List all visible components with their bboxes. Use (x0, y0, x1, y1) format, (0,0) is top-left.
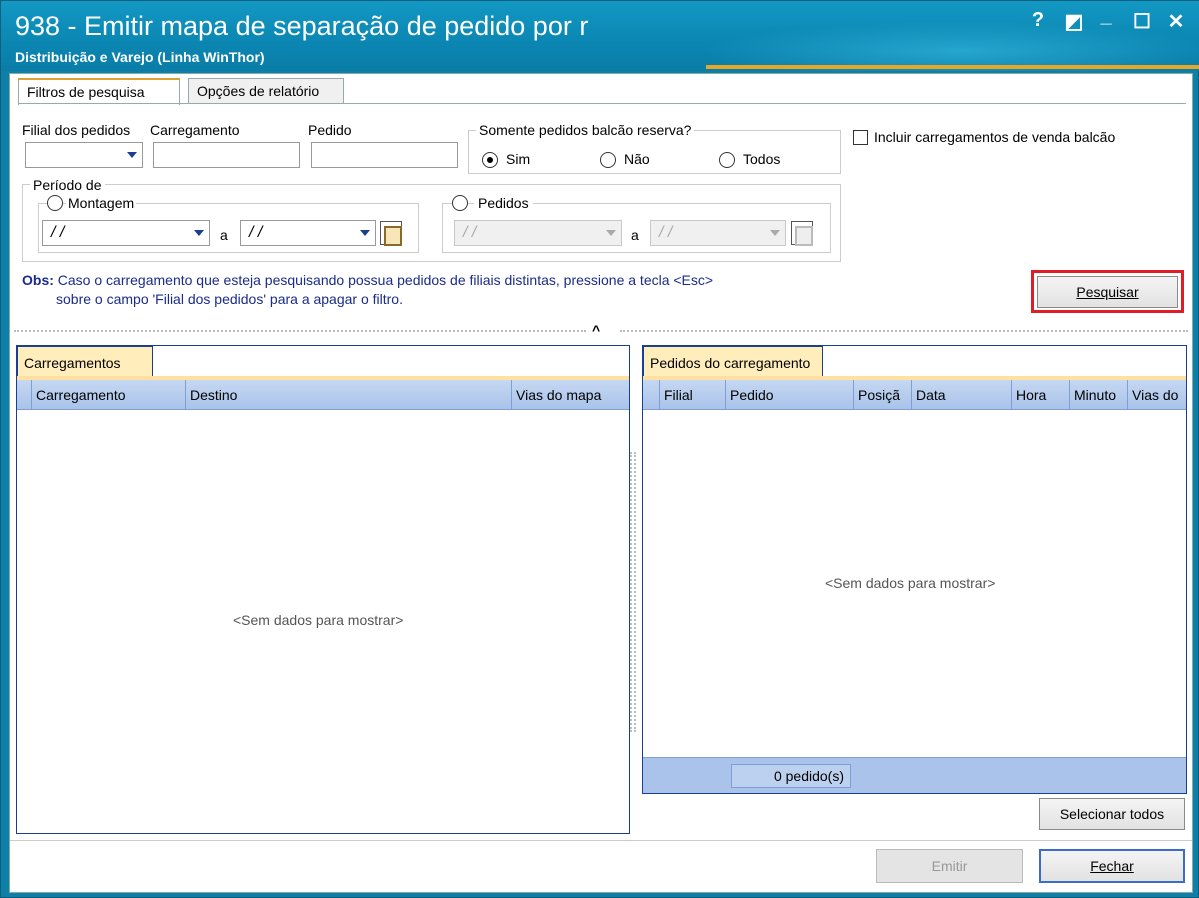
window-title: 938 - Emitir mapa de separação de pedido… (15, 11, 589, 41)
pedidos-date-from: / / (454, 220, 622, 246)
obs-prefix: Obs: (22, 272, 54, 288)
tab-opcoes[interactable]: Opções de relatório (188, 78, 344, 104)
bottom-divider (10, 840, 1192, 841)
selecionar-todos-button[interactable]: Selecionar todos (1039, 798, 1185, 830)
splitter-grip-left (14, 330, 586, 333)
obs-line1: Caso o carregamento que esteja pesquisan… (57, 272, 714, 288)
close-icon[interactable]: ✕ (1163, 9, 1189, 34)
obs-line2: sobre o campo 'Filial dos pedidos' para … (56, 291, 403, 307)
col-destino[interactable]: Destino (185, 380, 511, 410)
montagem-date-to-value: / / (249, 224, 263, 241)
pedidos-panel: Pedidos do carregamento Filial Pedido Po… (642, 345, 1187, 794)
emitir-label: Emitir (931, 858, 968, 874)
carregamento-label: Carregamento (150, 122, 240, 138)
title-accent-line (706, 65, 1199, 69)
montagem-date-from-value: / / (51, 224, 65, 241)
emitir-button[interactable]: Emitir (876, 849, 1023, 883)
col-vias-mapa[interactable]: Vias do mapa (511, 380, 629, 410)
radio-nao[interactable] (600, 152, 616, 168)
radio-sim-label: Sim (506, 151, 531, 167)
pedido-input[interactable] (311, 142, 458, 168)
carregamentos-header: Carregamento Destino Vias do mapa (17, 380, 629, 410)
radio-todos-label: Todos (743, 151, 781, 167)
carregamentos-panel: Carregamentos Carregamento Destino Vias … (16, 345, 630, 834)
restore-icon[interactable]: ◩ (1061, 9, 1087, 34)
fechar-label: Fechar (1090, 858, 1134, 874)
pedidos-date-to: / / (650, 220, 786, 246)
montagem-date-from[interactable]: / / (42, 220, 210, 246)
pedidos-empty: <Sem dados para mostrar> (825, 575, 996, 591)
filial-select[interactable] (25, 142, 143, 168)
radio-todos[interactable] (719, 152, 735, 168)
obs-note: Obs: Caso o carregamento que esteja pesq… (22, 271, 713, 309)
vertical-splitter[interactable] (630, 452, 636, 732)
radio-pedidos[interactable] (452, 195, 468, 211)
title-bar: 938 - Emitir mapa de separação de pedido… (1, 1, 1199, 71)
radio-sim[interactable] (482, 152, 498, 168)
carregamentos-tab[interactable]: Carregamentos (17, 346, 153, 378)
periodo-label: Período de (30, 177, 105, 193)
col-carregamento[interactable]: Carregamento (31, 380, 185, 410)
calendar-icon (791, 221, 813, 246)
horizontal-splitter[interactable]: ^ (10, 322, 1192, 338)
title-decoration (701, 21, 1199, 71)
col-posicao[interactable]: Posiçã (853, 380, 911, 410)
chevron-down-icon[interactable] (189, 221, 209, 245)
chevron-down-icon[interactable] (355, 221, 375, 245)
carregamento-input[interactable] (153, 142, 300, 168)
col-pedido[interactable]: Pedido (725, 380, 853, 410)
col-hora[interactable]: Hora (1011, 380, 1069, 410)
minimize-icon[interactable]: _ (1093, 5, 1119, 28)
montagem-a-label: a (220, 227, 228, 243)
pesquisar-label: Pesquisar (1076, 284, 1139, 300)
chevron-down-icon (765, 221, 785, 245)
chevron-up-icon[interactable]: ^ (592, 322, 600, 338)
col-data[interactable]: Data (911, 380, 1011, 410)
pesquisar-button[interactable]: Pesquisar (1037, 276, 1178, 308)
pedidos-a-label: a (631, 227, 639, 243)
radio-montagem[interactable] (47, 195, 63, 211)
balcao-label: Somente pedidos balcão reserva? (476, 122, 695, 138)
col-filial[interactable]: Filial (659, 380, 725, 410)
splitter-grip-right (620, 330, 1188, 333)
pedidos-date-to-value: / / (659, 224, 673, 241)
help-icon[interactable]: ? (1025, 9, 1051, 32)
carregamentos-empty: <Sem dados para mostrar> (233, 612, 404, 628)
col-minuto[interactable]: Minuto (1069, 380, 1127, 410)
tab-divider (18, 103, 1186, 104)
col-vias[interactable]: Vias do (1127, 380, 1187, 410)
pedidos-tab[interactable]: Pedidos do carregamento (643, 346, 823, 378)
client-area: Filtros de pesquisa Opções de relatório … (9, 73, 1193, 893)
chevron-down-icon[interactable] (122, 143, 142, 167)
incluir-checkbox[interactable] (853, 130, 868, 145)
pedidos-date-from-value: / / (463, 224, 477, 241)
app-window: 938 - Emitir mapa de separação de pedido… (0, 0, 1199, 898)
calendar-icon[interactable] (380, 221, 402, 246)
pedidos-header: Filial Pedido Posiçã Data Hora Minuto Vi… (643, 380, 1186, 410)
chevron-down-icon (601, 221, 621, 245)
tab-filtros[interactable]: Filtros de pesquisa (18, 78, 180, 105)
montagem-date-to[interactable]: / / (240, 220, 376, 246)
selecionar-todos-label: Selecionar todos (1059, 806, 1165, 822)
fechar-button[interactable]: Fechar (1039, 849, 1185, 883)
pedidos-label: Pedidos (474, 195, 533, 211)
incluir-label: Incluir carregamentos de venda balcão (874, 129, 1116, 145)
maximize-icon[interactable]: ☐ (1129, 9, 1155, 34)
pedido-label: Pedido (308, 122, 352, 138)
radio-nao-label: Não (624, 151, 650, 167)
window-subtitle: Distribuição e Varejo (Linha WinThor) (15, 49, 265, 65)
filial-label: Filial dos pedidos (22, 122, 131, 138)
montagem-label: Montagem (66, 195, 137, 211)
pedidos-footer: 0 pedido(s) (643, 757, 1186, 793)
pedidos-count: 0 pedido(s) (731, 764, 851, 788)
